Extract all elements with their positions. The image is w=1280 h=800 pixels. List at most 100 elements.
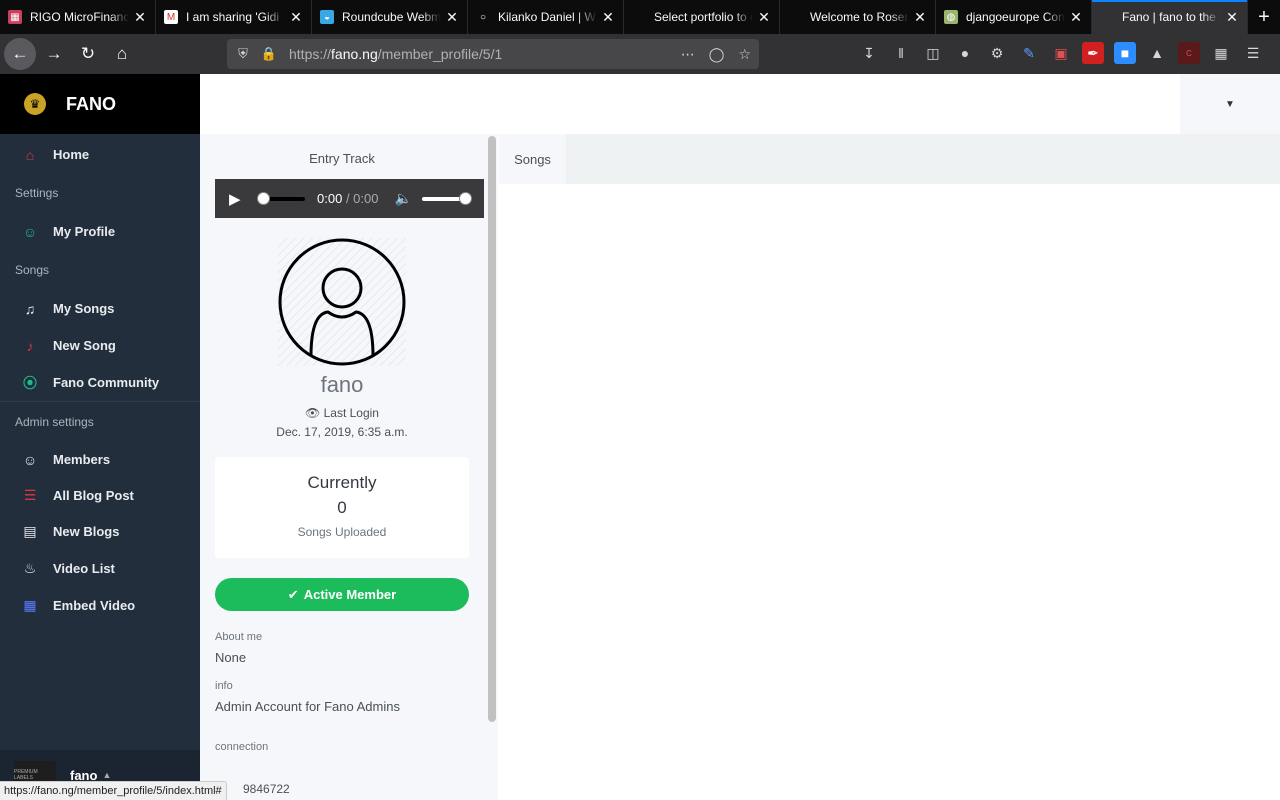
downloads-icon[interactable]: ↧ [858, 42, 880, 64]
tab-title: Kilanko Daniel | W [498, 10, 596, 24]
volume-slider[interactable] [421, 191, 472, 205]
sidebar-item-members[interactable]: ☺ Members [0, 441, 200, 478]
pocket-icon[interactable]: ◯ [709, 46, 725, 63]
bookmark-star-icon[interactable]: ☆ [738, 46, 751, 63]
info-value: Admin Account for Fano Admins [215, 699, 400, 714]
songs-count: 0 [337, 498, 347, 517]
audio-player: ▶ 0:00 / 0:00 🔈 [215, 179, 484, 218]
brand-name: FANO [66, 93, 117, 114]
library-icon[interactable]: ‖ [890, 42, 912, 64]
sidebar-item-fano-community[interactable]: ⦿ Fano Community [0, 364, 200, 401]
favicon-icon: ◒ [320, 10, 334, 24]
connection-label: connection [215, 741, 269, 753]
play-icon[interactable]: ▶ [229, 190, 245, 208]
browser-tab[interactable]: ◍ djangoeurope Con ✕ [936, 0, 1092, 34]
sidebar-item-home[interactable]: ⌂ Home [0, 136, 200, 173]
sidebar-item-embed-video[interactable]: ▦ Embed Video [0, 587, 200, 624]
browser-tab[interactable]: ◒ Roundcube Webmail ✕ [312, 0, 468, 34]
favicon-icon: ○ [476, 10, 490, 24]
caret-down-icon: ▼ [1225, 98, 1235, 110]
close-icon[interactable]: ✕ [1069, 9, 1083, 26]
sidebar-item-my-profile[interactable]: ☺ My Profile [0, 213, 200, 250]
volume-icon[interactable]: 🔈 [394, 190, 411, 207]
songs-tabs: Songs [499, 134, 1280, 184]
fano-logo-icon: ♛ [24, 93, 46, 115]
forward-icon[interactable]: → [38, 38, 70, 70]
vpn-icon[interactable]: ▲ [1146, 42, 1168, 64]
pdf-icon[interactable]: ✒ [1082, 42, 1104, 64]
favicon-icon: M [164, 10, 178, 24]
pen-icon[interactable]: ✎ [1018, 42, 1040, 64]
favicon-icon [1100, 10, 1114, 24]
home-icon[interactable]: ⌂ [106, 38, 138, 70]
browser-tab[interactable]: ▦ RIGO MicroFinance ✕ [0, 0, 156, 34]
currently-label: Currently [307, 473, 377, 492]
menu-icon[interactable]: ☰ [1242, 42, 1264, 64]
tab-songs[interactable]: Songs [499, 134, 566, 184]
close-icon[interactable]: ✕ [133, 9, 147, 26]
sidebar-toggle-icon[interactable]: ◫ [922, 42, 944, 64]
user-icon: ☺ [22, 451, 38, 468]
home-icon: ⌂ [25, 146, 35, 163]
songs-stat-card: Currently 0 Songs Uploaded [215, 457, 469, 558]
profile-username: fano [320, 372, 364, 397]
browser-tab[interactable]: Welcome to Rosenut S ✕ [780, 0, 936, 34]
back-icon[interactable]: ← [4, 38, 36, 70]
url-bar[interactable]: ⛨ 🔒 https://fano.ng/member_profile/5/1 ⋯… [227, 39, 759, 69]
extension-icon[interactable]: ● [954, 42, 976, 64]
top-navbar: ▼ [200, 74, 1280, 134]
seek-slider[interactable] [257, 191, 305, 205]
sidebar: ♛ FANO ⌂ Home Settings ☺ My Profile Song… [0, 74, 200, 800]
close-icon[interactable]: ✕ [289, 9, 303, 26]
songs-panel: Songs [499, 134, 1280, 800]
sidebar-header-songs: Songs [15, 263, 50, 277]
profile-scrollbar-thumb[interactable] [488, 136, 496, 722]
browser-tab[interactable]: Select portfolio to cha ✕ [624, 0, 780, 34]
browser-tab[interactable]: M I am sharing 'Gidi ✕ [156, 0, 312, 34]
extensions-puzzle-icon[interactable]: ▦ [1210, 42, 1232, 64]
close-icon[interactable]: ✕ [1225, 9, 1239, 26]
favicon-icon: ▦ [8, 10, 22, 24]
sidebar-item-video-list[interactable]: ♨ Video List [0, 550, 200, 587]
close-icon[interactable]: ✕ [601, 9, 615, 26]
film-icon: ▦ [23, 597, 37, 613]
sidebar-item-all-blog-post[interactable]: ☰ All Blog Post [0, 478, 200, 513]
shield-icon[interactable]: ⛨ [233, 46, 253, 62]
about-me-label: About me [215, 631, 263, 643]
zoom-icon[interactable]: ■ [1114, 42, 1136, 64]
page-actions-icon[interactable]: ⋯ [681, 46, 695, 63]
url-text[interactable]: https://fano.ng/member_profile/5/1 [289, 46, 502, 62]
lock-icon[interactable]: 🔒 [259, 46, 279, 62]
tab-title: Fano | fano to the worl [1122, 10, 1221, 24]
about-me-value: None [215, 650, 247, 665]
active-member-button[interactable]: ✔ Active Member [215, 578, 469, 611]
last-login: 👁 Last Login [305, 406, 379, 420]
tab-title: Select portfolio to cha [654, 10, 753, 24]
favicon-icon: ◍ [944, 10, 958, 24]
browser-tab[interactable]: ○ Kilanko Daniel | W ✕ [468, 0, 624, 34]
last-login-date: Dec. 17, 2019, 6:35 a.m. [276, 425, 408, 439]
browser-tab[interactable]: Fano | fano to the worl ✕ [1092, 0, 1248, 34]
info-label: info [215, 680, 233, 692]
songs-uploaded-label: Songs Uploaded [297, 525, 387, 539]
fire-icon: ♨ [23, 560, 37, 576]
user-dropdown-toggle[interactable]: ▼ [1180, 74, 1280, 134]
tab-title: djangoeurope Con [966, 10, 1065, 24]
sidebar-item-new-song[interactable]: ♪ New Song [0, 327, 200, 364]
sidebar-item-new-blogs[interactable]: ▤ New Blogs [0, 513, 200, 550]
reload-icon[interactable]: ↻ [72, 38, 104, 70]
close-icon[interactable]: ✕ [913, 9, 927, 26]
new-tab-button[interactable]: + [1248, 0, 1280, 34]
music-note-icon: ♫ [24, 300, 36, 317]
sidebar-header-settings: Settings [15, 186, 59, 200]
brand[interactable]: ♛ FANO [0, 74, 200, 134]
close-icon[interactable]: ✕ [445, 9, 459, 26]
screenshot-icon[interactable]: ▣ [1050, 42, 1072, 64]
tab-title: Roundcube Webmail [342, 10, 441, 24]
settings-gear-icon[interactable]: ⚙ [986, 42, 1008, 64]
tab-title: Welcome to Rosenut S [810, 10, 909, 24]
close-icon[interactable]: ✕ [757, 9, 771, 26]
clipboard-icon: ▤ [23, 523, 37, 539]
cors-icon[interactable]: C [1178, 42, 1200, 64]
sidebar-item-my-songs[interactable]: ♫ My Songs [0, 290, 200, 327]
